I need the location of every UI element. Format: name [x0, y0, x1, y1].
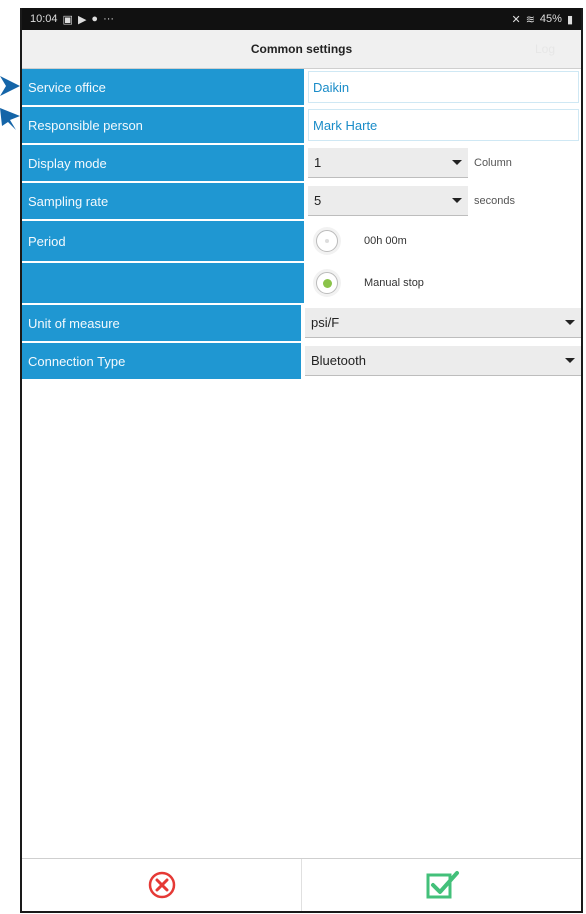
header: Common settings Log: [22, 30, 581, 69]
wifi-icon: ≋: [525, 13, 535, 26]
dropdown-arrow-icon: [565, 320, 575, 325]
more-icon: ···: [103, 13, 115, 25]
confirm-button[interactable]: [301, 859, 581, 911]
dropdown-arrow-icon: [565, 358, 575, 363]
responsible-person-label: Responsible person: [22, 107, 304, 143]
period-duration-label: 00h 00m: [364, 235, 407, 247]
period-label: Period: [22, 221, 304, 261]
dropdown-arrow-icon: [452, 198, 462, 203]
display-mode-select[interactable]: 1: [308, 148, 468, 178]
period-duration-radio[interactable]: [316, 230, 338, 252]
connection-type-select[interactable]: Bluetooth: [305, 346, 581, 376]
unit-of-measure-select[interactable]: psi/F: [305, 308, 581, 338]
unit-of-measure-value: psi/F: [311, 315, 340, 330]
play-icon: ▶: [77, 13, 87, 26]
connection-type-label: Connection Type: [22, 343, 301, 379]
battery-icon: ▮: [566, 13, 573, 26]
row-period-manual: Manual stop: [22, 263, 581, 305]
responsible-person-field[interactable]: Mark Harte: [308, 109, 579, 141]
close-circle-icon: [148, 871, 175, 899]
sampling-rate-value: 5: [314, 193, 322, 208]
log-button[interactable]: Log: [535, 42, 555, 56]
row-service-office: Service office Daikin: [22, 69, 581, 107]
annotation-arrow-icon: [0, 76, 20, 96]
manual-stop-label: Manual stop: [364, 277, 424, 289]
radio-unselected-icon: [325, 239, 329, 243]
display-mode-label: Display mode: [22, 145, 304, 181]
gallery-icon: ▣: [62, 13, 73, 26]
period-label-blank: [22, 263, 304, 303]
dropdown-arrow-icon: [452, 160, 462, 165]
sampling-rate-label: Sampling rate: [22, 183, 304, 219]
service-office-field[interactable]: Daikin: [308, 71, 579, 103]
cancel-button[interactable]: [22, 859, 301, 911]
row-period: Period 00h 00m: [22, 221, 581, 263]
status-bar: 10:04 ▣ ▶ ● ··· ✕ ≋ 45% ▮: [22, 8, 581, 30]
radio-selected-icon: [322, 278, 332, 288]
display-mode-suffix: Column: [474, 157, 512, 169]
mute-icon: ✕: [511, 13, 521, 26]
row-display-mode: Display mode 1 Column: [22, 145, 581, 183]
unit-of-measure-label: Unit of measure: [22, 305, 301, 341]
tablet-screen: 10:04 ▣ ▶ ● ··· ✕ ≋ 45% ▮ Common setting…: [20, 8, 583, 913]
check-box-icon: [426, 871, 459, 899]
bottom-action-bar: [22, 858, 581, 911]
period-manual-stop-radio[interactable]: [316, 272, 338, 294]
battery-level: 45%: [539, 13, 562, 25]
row-connection-type: Connection Type Bluetooth: [22, 343, 581, 381]
status-time: 10:04: [30, 13, 58, 25]
row-responsible-person: Responsible person Mark Harte: [22, 107, 581, 145]
page-title: Common settings: [250, 42, 353, 56]
connection-type-value: Bluetooth: [311, 353, 366, 368]
annotation-arrow-icon: [0, 108, 20, 130]
service-office-label: Service office: [22, 69, 304, 105]
sampling-rate-suffix: seconds: [474, 195, 515, 207]
row-unit-of-measure: Unit of measure psi/F: [22, 305, 581, 343]
display-mode-value: 1: [314, 155, 322, 170]
sampling-rate-select[interactable]: 5: [308, 186, 468, 216]
row-sampling-rate: Sampling rate 5 seconds: [22, 183, 581, 221]
app-icon: ●: [91, 13, 99, 25]
